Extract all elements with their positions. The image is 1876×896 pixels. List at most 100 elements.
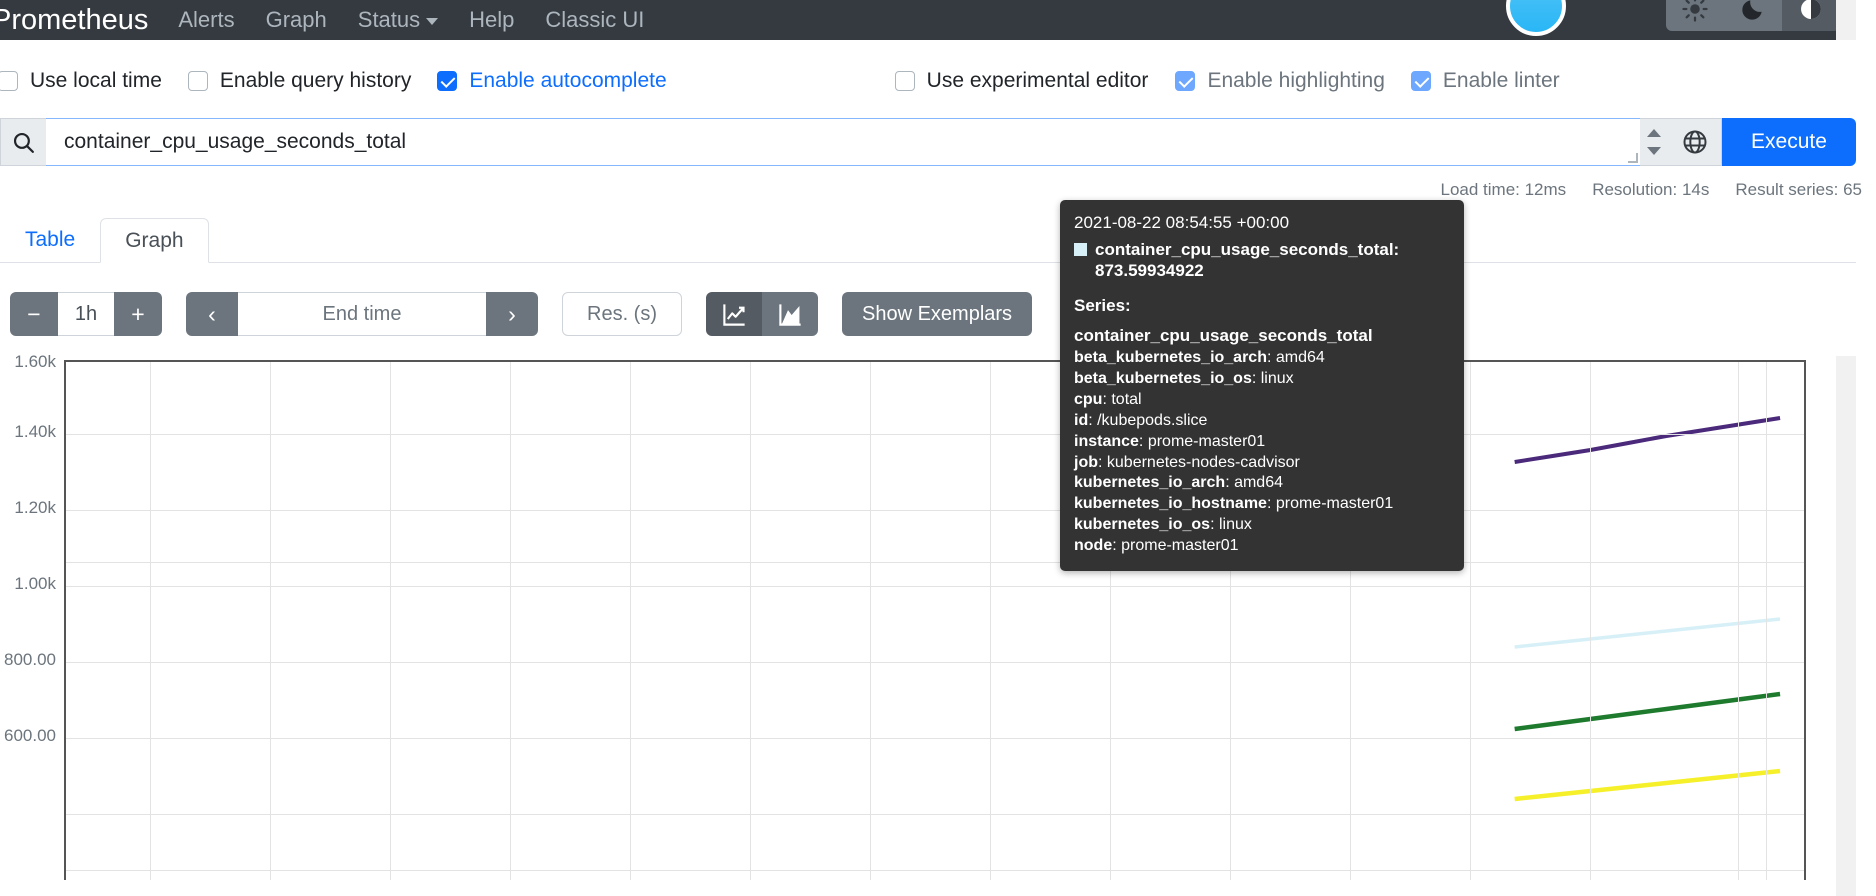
tooltip-label-value: total bbox=[1111, 391, 1142, 409]
chart-type-toggle bbox=[706, 292, 818, 336]
range-stepper: − 1h + bbox=[10, 292, 162, 336]
tab-graph[interactable]: Graph bbox=[100, 217, 209, 263]
gridline-horizontal bbox=[66, 434, 1804, 435]
tooltip-label-row: beta_kubernetes_io_arch: amd64 bbox=[1074, 349, 1325, 367]
y-axis-tick: 1.60k bbox=[14, 352, 56, 371]
nav-link-help-label: Help bbox=[469, 7, 515, 32]
query-input-value: container_cpu_usage_seconds_total bbox=[64, 130, 407, 153]
brand-logo[interactable]: Prometheus bbox=[0, 5, 178, 35]
tooltip-label-row: kubernetes_io_arch: amd64 bbox=[1074, 474, 1283, 492]
moon-icon[interactable] bbox=[1724, 0, 1782, 31]
time-prev-button[interactable]: ‹ bbox=[186, 292, 238, 336]
y-axis: 1.60k 1.40k 1.20k 1.00k 800.00 600.00 bbox=[0, 352, 64, 896]
chevron-up-icon[interactable] bbox=[1647, 129, 1661, 137]
tooltip-label-value: prome-master01 bbox=[1121, 536, 1239, 554]
tooltip-label-value: amd64 bbox=[1275, 349, 1325, 367]
query-spinner[interactable] bbox=[1640, 118, 1668, 166]
avatar[interactable] bbox=[1506, 0, 1566, 36]
enable-highlighting-checkbox[interactable] bbox=[1175, 71, 1196, 91]
gridline-vertical bbox=[270, 362, 271, 880]
option-enable-autocomplete[interactable]: Enable autocomplete bbox=[437, 69, 667, 93]
range-input[interactable]: 1h bbox=[58, 292, 114, 336]
sun-icon[interactable] bbox=[1666, 0, 1724, 31]
gridline-vertical bbox=[150, 362, 151, 880]
gridline-vertical bbox=[1766, 362, 1767, 880]
gridline-horizontal bbox=[66, 510, 1804, 511]
tooltip-label-value: prome-master01 bbox=[1275, 495, 1394, 513]
option-enable-query-history[interactable]: Enable query history bbox=[187, 69, 412, 93]
gridline-horizontal bbox=[66, 586, 1804, 587]
tooltip-label-value: kubernetes-nodes-cadvisor bbox=[1106, 453, 1300, 471]
nav-link-help[interactable]: Help bbox=[469, 9, 514, 31]
chevron-down-icon[interactable] bbox=[1647, 147, 1661, 155]
tooltip-metric-name: container_cpu_usage_seconds_total bbox=[1095, 240, 1394, 260]
range-decrease-button[interactable]: − bbox=[10, 292, 58, 336]
y-axis-tick: 1.20k bbox=[14, 498, 56, 517]
end-time-picker: ‹ End time › bbox=[186, 292, 538, 336]
nav-link-graph-label: Graph bbox=[265, 7, 327, 32]
query-bar: container_cpu_usage_seconds_total Execut… bbox=[0, 118, 1856, 166]
tooltip-label-row: beta_kubernetes_io_os: linux bbox=[1074, 370, 1294, 388]
execute-button[interactable]: Execute bbox=[1722, 118, 1856, 166]
tooltip-label-row: job: kubernetes-nodes-cadvisor bbox=[1074, 453, 1300, 471]
resolution-stat: Resolution: 14s bbox=[1592, 180, 1710, 199]
tooltip-label-row: instance: prome-master01 bbox=[1074, 432, 1266, 450]
tooltip-label-key: instance bbox=[1074, 432, 1139, 450]
tooltip-label-row: id: /kubepods.slice bbox=[1074, 411, 1208, 429]
tooltip-label-row: node: prome-master01 bbox=[1074, 536, 1239, 554]
gridline-horizontal bbox=[66, 870, 1804, 871]
tab-table[interactable]: Table bbox=[0, 217, 100, 262]
result-tabs: Table Graph bbox=[0, 216, 1856, 263]
globe-icon[interactable] bbox=[1668, 118, 1722, 166]
gridline-vertical bbox=[990, 362, 991, 880]
use-local-time-checkbox[interactable] bbox=[0, 71, 18, 91]
enable-linter-checkbox[interactable] bbox=[1410, 71, 1431, 91]
nav-link-status[interactable]: Status bbox=[358, 9, 439, 31]
end-time-input[interactable]: End time bbox=[238, 292, 486, 336]
time-next-button[interactable]: › bbox=[486, 292, 538, 336]
query-input[interactable]: container_cpu_usage_seconds_total bbox=[46, 118, 1640, 166]
tooltip-label-key: beta_kubernetes_io_arch bbox=[1074, 349, 1267, 367]
gridline-vertical bbox=[630, 362, 631, 880]
scrollbar-vertical[interactable] bbox=[1836, 0, 1856, 40]
option-use-experimental-editor[interactable]: Use experimental editor bbox=[894, 69, 1148, 93]
line-chart-icon[interactable] bbox=[706, 292, 762, 336]
y-axis-tick: 600.00 bbox=[4, 726, 56, 745]
tooltip-series-header: Series: bbox=[1074, 296, 1131, 316]
tooltip-label-row: cpu: total bbox=[1074, 391, 1142, 409]
resolution-input[interactable]: Res. (s) bbox=[562, 292, 682, 336]
enable-query-history-label: Enable query history bbox=[219, 69, 412, 92]
tooltip-label-key: job bbox=[1074, 453, 1098, 471]
nav-link-alerts-label: Alerts bbox=[178, 7, 235, 32]
scrollbar-vertical[interactable] bbox=[1836, 356, 1856, 896]
tooltip-label-key: kubernetes_io_arch bbox=[1074, 474, 1226, 492]
plot-area[interactable] bbox=[64, 360, 1806, 880]
nav-link-classic-ui-label: Classic UI bbox=[545, 7, 645, 32]
contrast-icon[interactable] bbox=[1782, 0, 1840, 31]
tooltip-label-value: linux bbox=[1260, 370, 1294, 388]
option-use-local-time[interactable]: Use local time bbox=[0, 69, 162, 93]
y-axis-tick: 800.00 bbox=[4, 650, 56, 669]
area-chart-icon[interactable] bbox=[762, 292, 818, 336]
range-increase-button[interactable]: + bbox=[114, 292, 162, 336]
gridline-vertical bbox=[390, 362, 391, 880]
load-time-stat: Load time: 12ms bbox=[1440, 180, 1567, 199]
resize-grip[interactable] bbox=[1628, 153, 1638, 163]
enable-query-history-checkbox[interactable] bbox=[187, 71, 208, 91]
search-icon bbox=[0, 118, 46, 166]
option-enable-highlighting[interactable]: Enable highlighting bbox=[1175, 69, 1385, 93]
tooltip-timestamp: 2021-08-22 08:54:55 +00:00 bbox=[1074, 213, 1290, 232]
query-options-row: Use local time Enable query history Enab… bbox=[0, 62, 1856, 100]
tooltip-label-key: beta_kubernetes_io_os bbox=[1074, 370, 1252, 388]
y-axis-tick: 1.40k bbox=[14, 422, 56, 441]
nav-link-alerts[interactable]: Alerts bbox=[178, 9, 234, 31]
option-enable-linter[interactable]: Enable linter bbox=[1410, 69, 1560, 93]
show-exemplars-button[interactable]: Show Exemplars bbox=[842, 292, 1033, 336]
use-local-time-label: Use local time bbox=[30, 69, 162, 92]
nav-link-graph[interactable]: Graph bbox=[266, 9, 327, 31]
nav-link-classic-ui[interactable]: Classic UI bbox=[545, 9, 644, 31]
enable-autocomplete-checkbox[interactable] bbox=[437, 71, 458, 91]
tooltip-label-value: /kubepods.slice bbox=[1097, 411, 1208, 429]
gridline-horizontal bbox=[66, 662, 1804, 663]
use-experimental-editor-checkbox[interactable] bbox=[894, 71, 915, 91]
